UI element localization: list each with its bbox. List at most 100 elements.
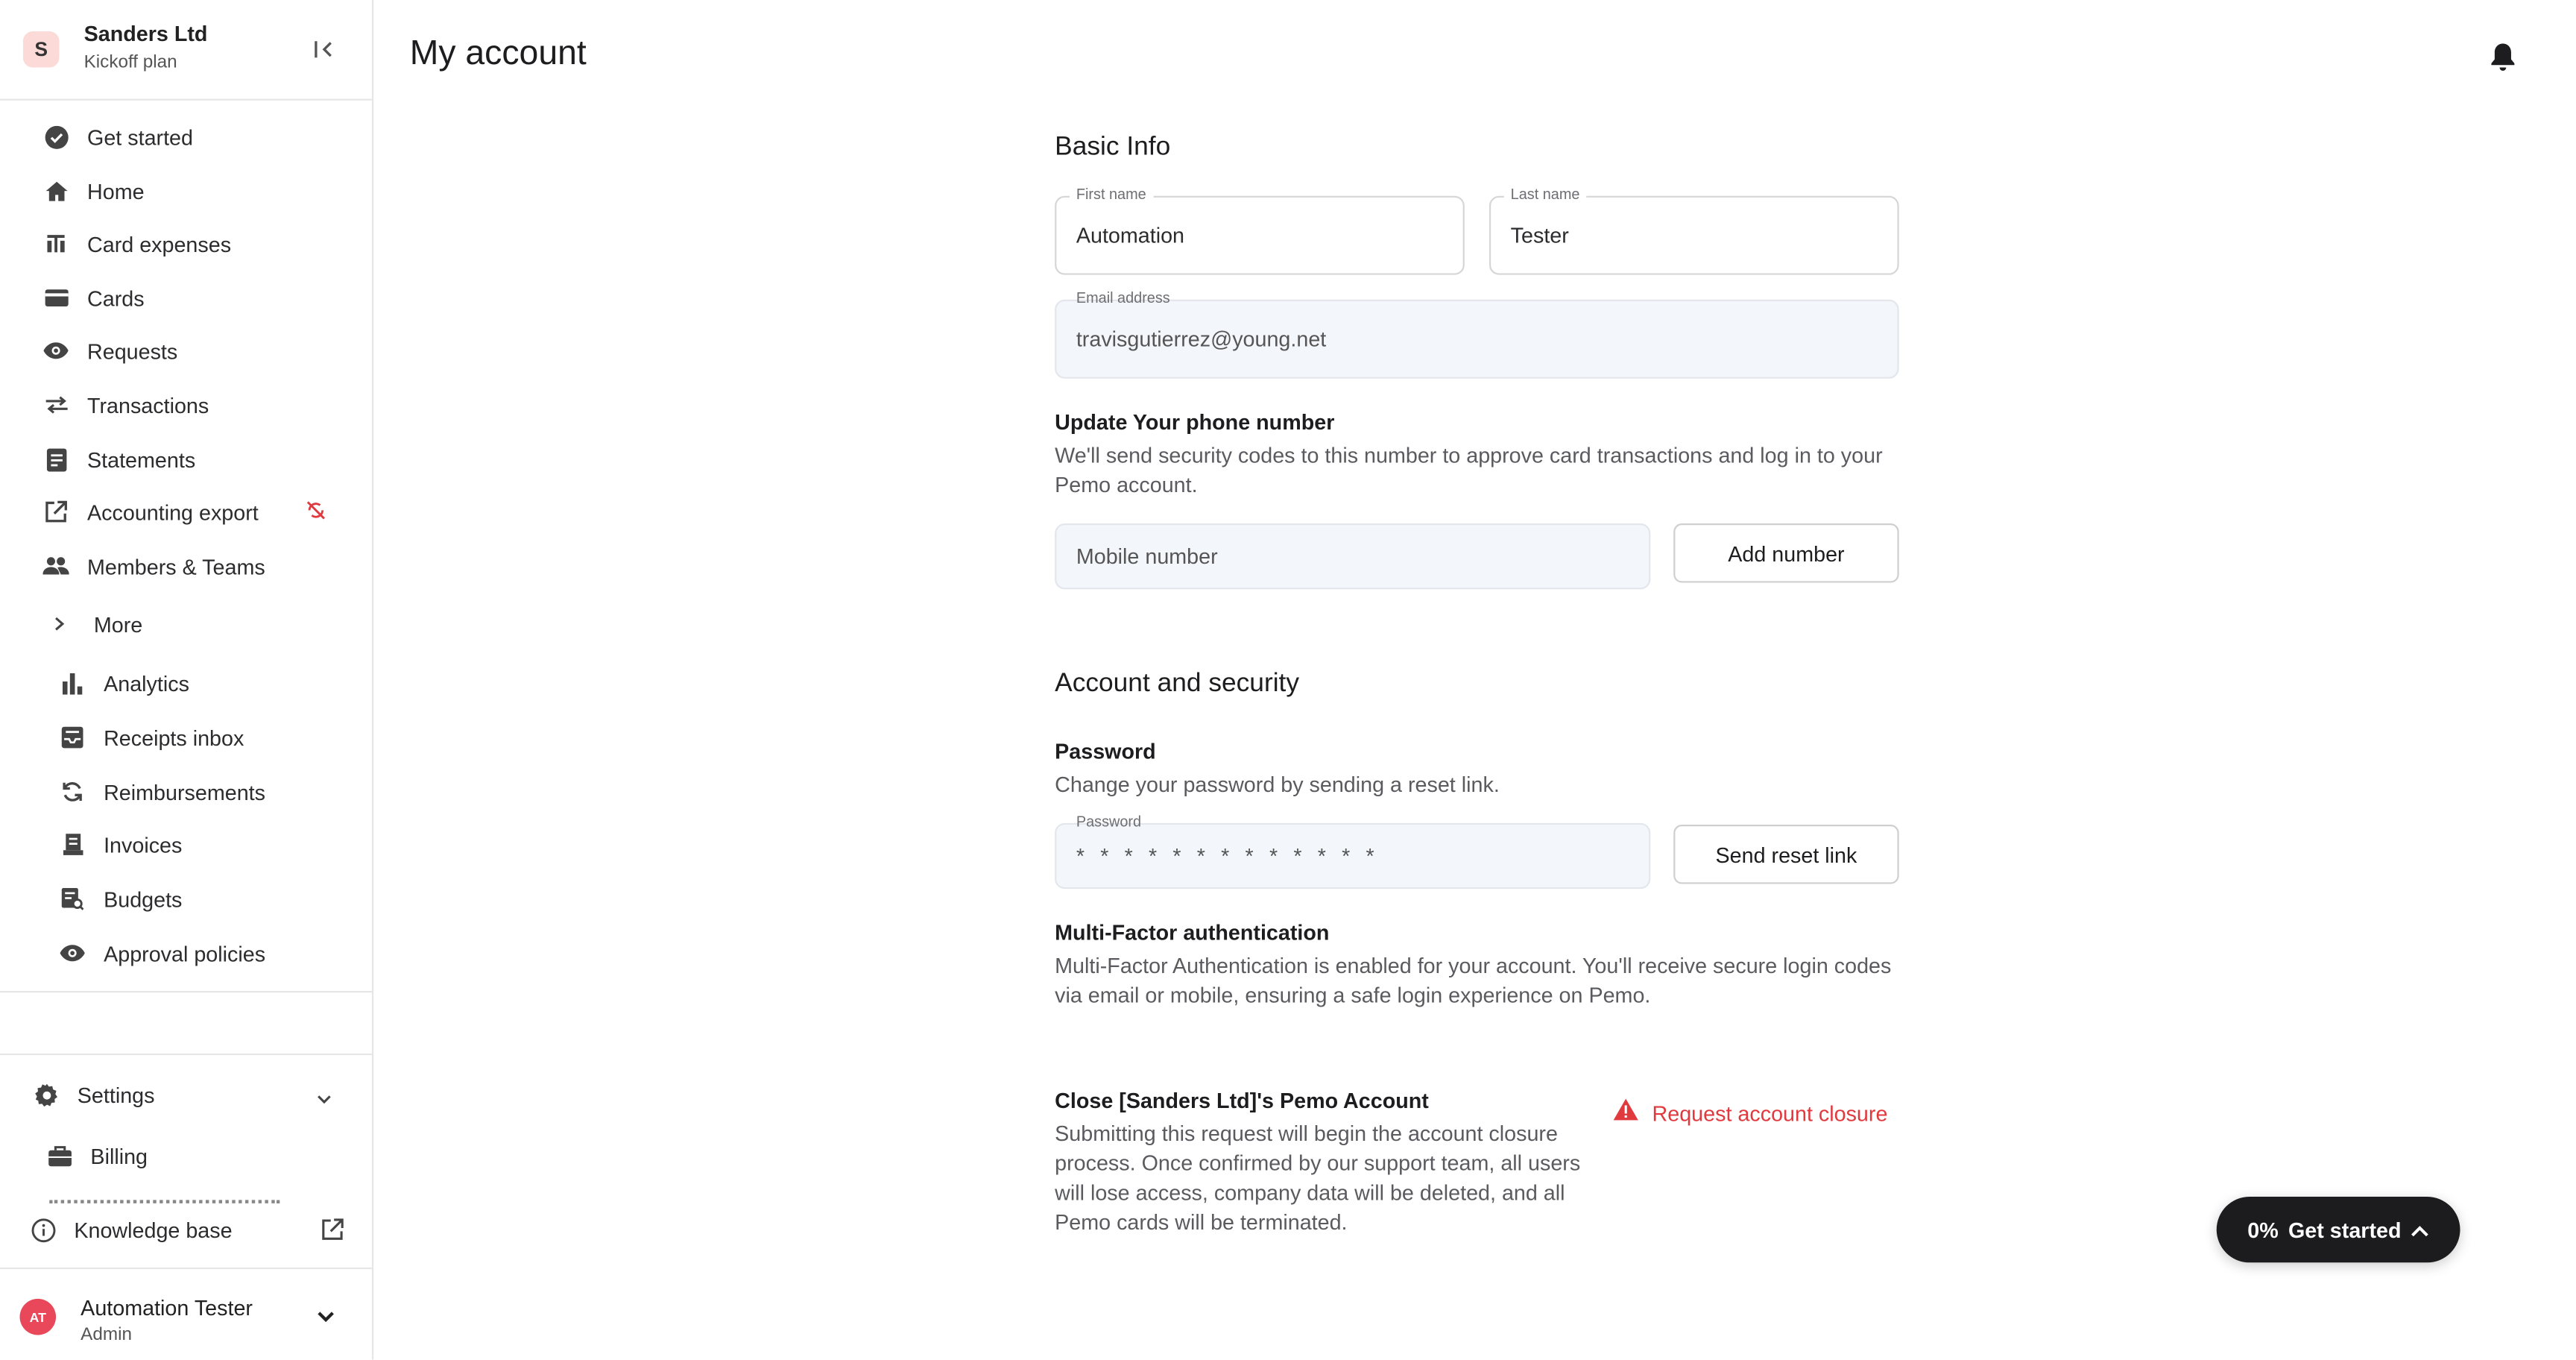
mobile-number-placeholder: Mobile number bbox=[1076, 544, 1218, 569]
info-icon bbox=[31, 1218, 56, 1251]
phone-description-line1: We'll send security codes to this number… bbox=[1055, 442, 1883, 468]
email-value: travisgutierrez@young.net bbox=[1076, 327, 1327, 352]
nav-item-label: Cards bbox=[87, 286, 145, 311]
external-link-icon bbox=[321, 1218, 344, 1250]
nav-item-label: Invoices bbox=[104, 831, 183, 857]
nav-item-approval-policies[interactable]: Approval policies bbox=[33, 932, 345, 975]
phone-description-line2: Pemo account. bbox=[1055, 472, 1198, 497]
sync-off-icon bbox=[304, 499, 327, 522]
nav-item-transactions[interactable]: Transactions bbox=[33, 383, 345, 426]
nav-settings-label: Settings bbox=[77, 1082, 155, 1107]
home-icon bbox=[42, 177, 69, 204]
nav-item-get-started[interactable]: Get started bbox=[33, 116, 345, 158]
mobile-number-input[interactable]: Mobile number bbox=[1055, 523, 1651, 590]
chevron-down-icon bbox=[316, 1086, 332, 1116]
nav-item-label: Accounting export bbox=[87, 500, 259, 525]
account-security-heading: Account and security bbox=[1055, 670, 1300, 699]
add-number-button[interactable]: Add number bbox=[1673, 523, 1899, 583]
nav-item-members-teams[interactable]: Members & Teams bbox=[33, 545, 345, 588]
password-label: Password bbox=[1076, 813, 1142, 830]
basic-info-heading: Basic Info bbox=[1055, 133, 1171, 162]
password-mask: * * * * * * * * * * * * * bbox=[1076, 843, 1380, 869]
org-avatar: S bbox=[22, 31, 60, 68]
nav-item-accounting-export[interactable]: Accounting export bbox=[33, 491, 345, 533]
nav-item-label: Members & Teams bbox=[87, 553, 265, 579]
closure-description-line2: process. Once confirmed by our support t… bbox=[1055, 1150, 1581, 1176]
nav-item-invoices[interactable]: Invoices bbox=[33, 823, 345, 866]
nav-item-requests[interactable]: Requests bbox=[33, 330, 345, 372]
collapse-left-icon bbox=[315, 41, 332, 58]
org-switcher[interactable]: S Sanders Ltd Kickoff plan bbox=[0, 0, 372, 101]
inbox-icon bbox=[59, 724, 85, 750]
chevron-right-icon bbox=[46, 611, 72, 637]
email-field: Email address travisgutierrez@young.net bbox=[1055, 290, 1899, 379]
nav-item-home[interactable]: Home bbox=[33, 169, 345, 212]
closure-description-line4: Pemo cards will be terminated. bbox=[1055, 1209, 1348, 1235]
get-started-label: Get started bbox=[2288, 1217, 2402, 1242]
phone-heading: Update Your phone number bbox=[1055, 409, 1335, 435]
refresh-icon bbox=[59, 778, 85, 805]
check-circle-icon bbox=[42, 124, 69, 150]
export-icon bbox=[42, 499, 69, 525]
nav-more-toggle[interactable]: More bbox=[33, 602, 345, 645]
knowledge-base-link[interactable]: Knowledge base bbox=[0, 1210, 372, 1253]
nav-item-analytics[interactable]: Analytics bbox=[33, 661, 345, 704]
nav-item-card-expenses[interactable]: Card expenses bbox=[33, 222, 345, 265]
nav-item-label: Billing bbox=[90, 1143, 148, 1168]
nav-item-label: Statements bbox=[87, 447, 196, 472]
nav-item-cards[interactable]: Cards bbox=[33, 277, 345, 319]
nav-item-label: Home bbox=[87, 178, 145, 204]
last-name-label: Last name bbox=[1503, 186, 1587, 203]
first-name-value: Automation bbox=[1076, 223, 1185, 248]
request-account-closure-label: Request account closure bbox=[1652, 1101, 1888, 1127]
nav-item-label: Transactions bbox=[87, 392, 209, 418]
email-label: Email address bbox=[1076, 289, 1170, 306]
nav-item-budgets[interactable]: Budgets bbox=[33, 878, 345, 920]
nav-item-label: Requests bbox=[87, 338, 178, 363]
progress-percent: 0% bbox=[2247, 1217, 2279, 1242]
org-name: Sanders Ltd bbox=[83, 21, 208, 46]
nav-item-billing[interactable]: Billing bbox=[37, 1134, 349, 1177]
bar-chart-icon bbox=[59, 670, 85, 696]
user-name: Automation Tester bbox=[80, 1295, 253, 1320]
first-name-field[interactable]: First name Automation bbox=[1055, 186, 1465, 275]
receipt-icon bbox=[42, 230, 69, 256]
warning-icon bbox=[1613, 1098, 1639, 1130]
nav-more-label: More bbox=[93, 611, 143, 637]
send-reset-link-button[interactable]: Send reset link bbox=[1673, 825, 1899, 884]
chevron-down-icon[interactable] bbox=[316, 1306, 342, 1332]
swap-arrows-icon bbox=[42, 391, 69, 418]
nav-item-reimbursements[interactable]: Reimbursements bbox=[33, 770, 345, 813]
closure-description-line1: Submitting this request will begin the a… bbox=[1055, 1121, 1558, 1146]
eye-icon bbox=[42, 338, 69, 364]
password-field: Password * * * * * * * * * * * * * bbox=[1055, 813, 1651, 890]
get-started-progress-button[interactable]: 0% Get started bbox=[2216, 1196, 2460, 1263]
budget-icon bbox=[59, 886, 85, 912]
people-icon bbox=[42, 553, 69, 579]
nav-item-label: Analytics bbox=[104, 670, 189, 696]
mfa-description-line2: via email or mobile, ensuring a safe log… bbox=[1055, 982, 1651, 1008]
scroll-clipped-item bbox=[49, 1195, 280, 1205]
nav-settings-toggle[interactable]: Settings bbox=[23, 1073, 353, 1115]
collapse-sidebar-button[interactable] bbox=[306, 33, 343, 66]
password-description: Change your password by sending a reset … bbox=[1055, 772, 1500, 797]
user-role: Admin bbox=[80, 1325, 133, 1345]
sidebar-divider bbox=[0, 991, 372, 993]
bell-icon[interactable] bbox=[2488, 41, 2521, 74]
avatar: AT bbox=[19, 1298, 57, 1335]
gear-icon bbox=[33, 1081, 59, 1107]
nav-item-receipts-inbox[interactable]: Receipts inbox bbox=[33, 716, 345, 758]
page-title: My account bbox=[409, 34, 587, 73]
nav-item-label: Card expenses bbox=[87, 231, 232, 256]
card-icon bbox=[42, 285, 69, 311]
last-name-field[interactable]: Last name Tester bbox=[1489, 186, 1899, 275]
request-account-closure-button[interactable]: Request account closure bbox=[1613, 1098, 1888, 1130]
nav-item-label: Receipts inbox bbox=[104, 725, 244, 750]
user-menu[interactable]: AT Automation Tester Admin bbox=[0, 1267, 372, 1360]
chevron-up-icon bbox=[2411, 1218, 2429, 1242]
first-name-label: First name bbox=[1070, 186, 1153, 203]
sidebar: S Sanders Ltd Kickoff plan Get started H… bbox=[0, 0, 374, 1360]
nav-item-statements[interactable]: Statements bbox=[33, 438, 345, 480]
org-plan: Kickoff plan bbox=[83, 52, 177, 73]
briefcase-icon bbox=[46, 1142, 72, 1168]
